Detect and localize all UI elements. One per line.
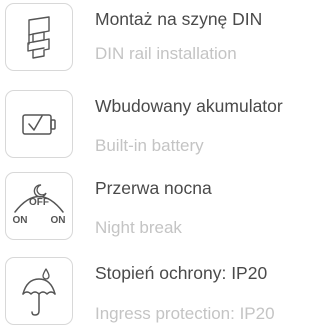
feature-list: Montaż na szynę DIN DIN rail installatio… xyxy=(0,0,334,334)
feature-din-rail: Montaż na szynę DIN DIN rail installatio… xyxy=(0,3,334,73)
night-break-icon: OFF ON ON xyxy=(5,172,73,240)
feature-ingress-protection: Stopień ochrony: IP20 Ingress protection… xyxy=(0,257,334,327)
feature-title: Stopień ochrony: IP20 xyxy=(95,263,268,283)
off-label: OFF xyxy=(29,197,49,208)
on-label-right: ON xyxy=(51,215,66,226)
feature-title: Wbudowany akumulator xyxy=(95,96,283,116)
feature-title: Montaż na szynę DIN xyxy=(95,9,263,29)
umbrella-icon xyxy=(5,257,73,325)
feature-battery: Wbudowany akumulator Built-in battery xyxy=(0,90,334,160)
feature-title: Przerwa nocna xyxy=(95,178,212,198)
feature-subtitle: Night break xyxy=(95,218,182,237)
feature-subtitle: DIN rail installation xyxy=(95,44,237,63)
feature-subtitle: Built-in battery xyxy=(95,136,204,155)
battery-check-icon xyxy=(5,90,73,158)
feature-night-break: OFF ON ON Przerwa nocna Night break xyxy=(0,172,334,242)
on-label-left: ON xyxy=(13,215,28,226)
din-rail-icon xyxy=(5,3,73,71)
feature-subtitle: Ingress protection: IP20 xyxy=(95,304,275,323)
